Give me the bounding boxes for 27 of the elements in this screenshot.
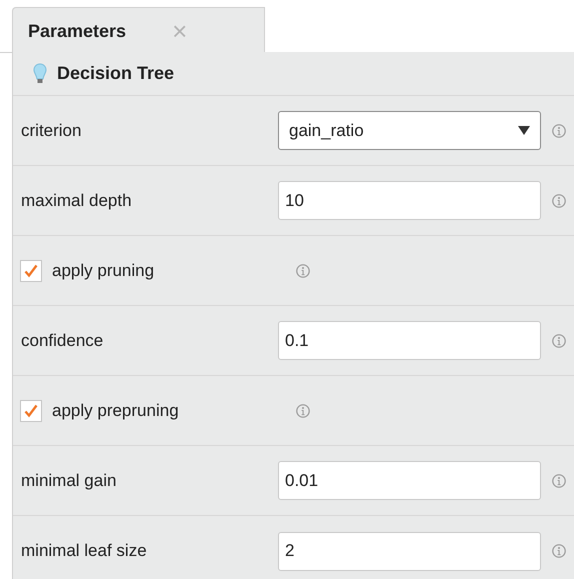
parameter-label: criterion [21,120,82,140]
checkmark-icon [24,264,38,278]
info-icon[interactable] [552,544,566,558]
info-icon[interactable] [552,124,566,138]
parameter-label: apply pruning [52,260,154,282]
checkbox[interactable] [20,260,42,282]
lightbulb-icon [33,62,47,84]
info-icon[interactable] [296,264,310,278]
operator-title: Decision Tree [57,62,174,85]
parameter-label: confidence [21,330,104,350]
value-field[interactable]: 10 [278,181,541,220]
value-field[interactable]: 0.01 [278,461,541,500]
parameter-label: maximal depth [21,190,132,210]
info-icon[interactable] [552,474,566,488]
parameters-tab[interactable]: Parameters × [12,7,265,54]
parameter-label: minimal gain [21,470,116,490]
checkbox[interactable] [20,400,42,422]
info-icon[interactable] [552,194,566,208]
info-icon[interactable] [296,404,310,418]
checkmark-icon [24,404,38,418]
parameter-label: minimal leaf size [21,541,147,560]
info-icon[interactable] [552,334,566,348]
criterion-dropdown[interactable]: gain_ratio [278,111,541,150]
value-field[interactable]: 0.1 [278,321,541,360]
value-field[interactable]: 2 [278,532,541,570]
dropdown-arrow-icon [518,126,530,135]
parameter-label: apply prepruning [52,400,179,422]
